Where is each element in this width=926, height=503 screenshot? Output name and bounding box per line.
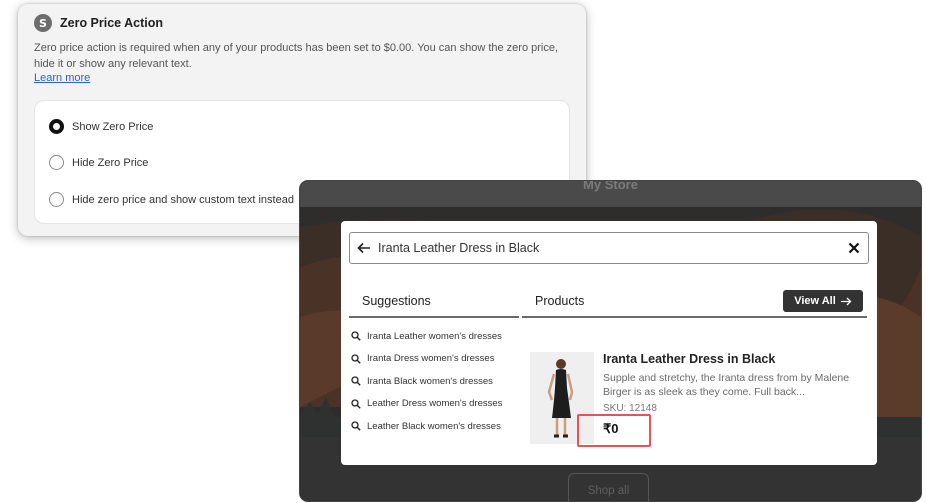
suggestion-item[interactable]: Iranta Black women's dresses: [351, 370, 502, 393]
search-input[interactable]: [378, 234, 840, 262]
search-modal: Suggestions Products View All Iranta Lea…: [341, 221, 877, 465]
radio-icon[interactable]: [49, 192, 64, 207]
shop-all-button[interactable]: Shop all: [568, 473, 649, 501]
option-custom-text[interactable]: Hide zero price and show custom text ins…: [49, 192, 294, 207]
suggestion-label: Iranta Dress women's dresses: [367, 353, 495, 365]
suggestion-item[interactable]: Leather Dress women's dresses: [351, 393, 502, 416]
close-icon[interactable]: [840, 233, 868, 263]
price-highlight-box: [577, 414, 651, 447]
suggestion-label: Leather Black women's dresses: [367, 420, 501, 432]
arrow-left-icon[interactable]: [350, 233, 378, 263]
learn-more-link[interactable]: Learn more: [34, 72, 90, 84]
suggestion-label: Leather Dress women's dresses: [367, 398, 503, 410]
view-all-label: View All: [794, 295, 836, 307]
products-heading: Products: [535, 294, 585, 308]
suggestions-divider: [349, 316, 519, 318]
search-icon: [351, 354, 361, 364]
suggestion-label: Iranta Leather women's dresses: [367, 330, 502, 342]
suggestion-item[interactable]: Iranta Leather women's dresses: [351, 325, 502, 348]
option-label: Hide Zero Price: [72, 156, 149, 169]
products-divider: [522, 316, 867, 318]
suggestions-heading: Suggestions: [362, 294, 431, 308]
view-all-button[interactable]: View All: [783, 290, 863, 312]
search-bar: [349, 232, 869, 264]
product-description: Supple and stretchy, the Iranta dress fr…: [603, 372, 850, 398]
suggestion-item[interactable]: Iranta Dress women's dresses: [351, 348, 502, 371]
search-icon: [351, 399, 361, 409]
search-icon: [351, 421, 361, 431]
search-icon: [351, 376, 361, 386]
option-label: Show Zero Price: [72, 120, 154, 133]
app-logo-icon: S: [34, 14, 52, 32]
settings-title: Zero Price Action: [60, 16, 164, 30]
radio-selected-icon[interactable]: [49, 119, 64, 134]
product-sku: SKU: 12148: [603, 403, 657, 414]
search-icon: [351, 331, 361, 341]
store-header: My Store: [300, 181, 921, 207]
option-show-zero-price[interactable]: Show Zero Price: [49, 119, 153, 134]
option-label: Hide zero price and show custom text ins…: [72, 193, 294, 206]
arrow-right-icon: [840, 297, 852, 305]
settings-header: S Zero Price Action: [34, 14, 163, 32]
product-title[interactable]: Iranta Leather Dress in Black: [603, 352, 775, 366]
suggestion-item[interactable]: Leather Black women's dresses: [351, 415, 502, 438]
radio-icon[interactable]: [49, 155, 64, 170]
settings-description: Zero price action is required when any o…: [34, 42, 559, 70]
option-hide-zero-price[interactable]: Hide Zero Price: [49, 155, 148, 170]
store-name: My Store: [583, 181, 638, 192]
suggestion-label: Iranta Black women's dresses: [367, 375, 493, 387]
suggestions-list: Iranta Leather women's dresses Iranta Dr…: [351, 325, 502, 438]
